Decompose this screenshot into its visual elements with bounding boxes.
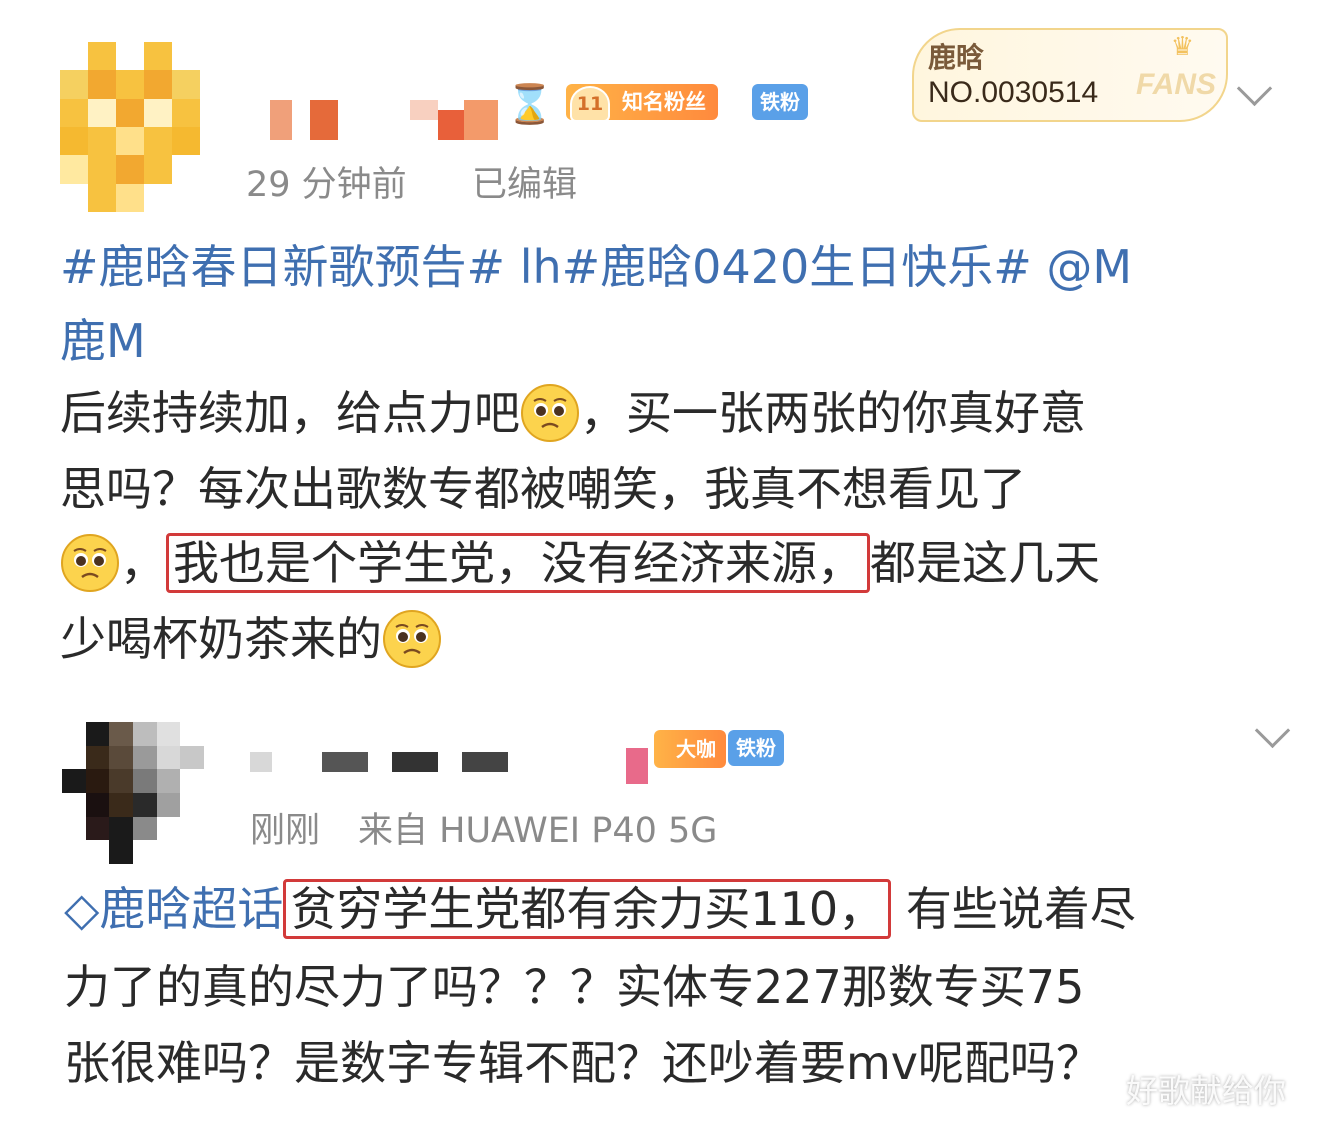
hourglass-icon: ⌛ bbox=[506, 82, 554, 126]
edited-label[interactable]: 已编辑 bbox=[472, 156, 577, 207]
highlighted-text: 我也是个学生党，没有经济来源， bbox=[166, 533, 870, 593]
post-text-line: 少喝杯奶茶来的 bbox=[60, 609, 442, 673]
iron-fan-badge[interactable]: 铁粉 bbox=[752, 84, 808, 120]
post-text-line: 思吗？每次出歌数专都被嘲笑，我真不想看见了 bbox=[60, 462, 1026, 516]
big-v-badge[interactable]: 大咖 bbox=[654, 730, 726, 768]
post-source[interactable]: 来自 HUAWEI P40 5G bbox=[358, 802, 717, 853]
weibo-post-1: ⌛ 知名粉丝 11 铁粉 29 分钟前 已编辑 鹿晗 ♛ NO.0030514 … bbox=[0, 0, 1336, 690]
pleading-face-emoji-icon bbox=[61, 533, 119, 592]
fan-level-icon: 11 bbox=[570, 86, 610, 122]
user-avatar-pixelated[interactable] bbox=[62, 722, 204, 864]
post-text-line: ◇鹿晗超话 贫穷学生党都有余力买110， 有些说着尽 bbox=[64, 879, 1136, 939]
post-text-line: 张很难吗？是数字专辑不配？还吵着要mv呢配吗？ bbox=[64, 1036, 1103, 1090]
supertopic-link[interactable]: 鹿晗超话 bbox=[99, 882, 283, 936]
text-segment: 都是这几天 bbox=[870, 536, 1100, 590]
fans-card-number: NO.0030514 bbox=[928, 76, 1099, 109]
watermark: 好歌献给你 bbox=[1126, 1072, 1287, 1110]
post-text-hashtags[interactable]: #鹿晗春日新歌预告# lh#鹿晗0420生日快乐# @M bbox=[60, 238, 1132, 296]
text-segment: 有些说着尽 bbox=[905, 882, 1136, 936]
post-time: 刚刚 bbox=[250, 811, 321, 851]
fans-card-word: FANS bbox=[1135, 68, 1216, 101]
post-text-mention[interactable]: 鹿M bbox=[60, 312, 146, 370]
text-segment: 少喝杯奶茶来的 bbox=[60, 612, 382, 666]
chevron-down-icon[interactable] bbox=[1236, 70, 1273, 107]
post-text-line: 后续持续加，给点力吧 ，买一张两张的你真好意 bbox=[60, 383, 1086, 447]
fans-card-name: 鹿晗 bbox=[928, 41, 985, 74]
text-segment: ，买一张两张的你真好意 bbox=[580, 386, 1086, 440]
highlighted-text: 贫穷学生党都有余力买110， bbox=[283, 879, 892, 939]
fans-card[interactable]: 鹿晗 ♛ NO.0030514 FANS bbox=[912, 28, 1228, 122]
post-text-line: ，我也是个学生党，没有经济来源， 都是这几天 bbox=[60, 533, 1100, 597]
diamond-icon: ◇ bbox=[64, 882, 100, 936]
text-segment: 后续持续加，给点力吧 bbox=[60, 386, 520, 440]
pleading-face-emoji-icon bbox=[383, 609, 441, 668]
iron-fan-badge[interactable]: 铁粉 bbox=[728, 730, 784, 766]
post-time: 29 分钟前 bbox=[246, 165, 407, 205]
crown-icon: ♛ bbox=[1170, 32, 1194, 62]
post-text-line: 力了的真的尽力了吗？？？实体专227那数专买75 bbox=[64, 960, 1085, 1014]
pleading-face-emoji-icon bbox=[521, 383, 579, 442]
text-segment: ， bbox=[120, 536, 166, 590]
user-avatar-pixelated[interactable] bbox=[60, 42, 200, 212]
